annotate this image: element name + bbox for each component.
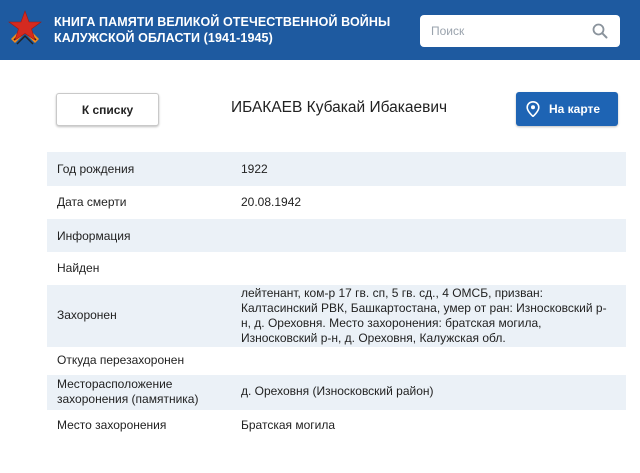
detail-label-line: захоронения (памятника) [57, 392, 199, 406]
detail-row-death-date: Дата смерти 20.08.1942 [47, 186, 626, 219]
detail-row-reburied-from: Откуда перезахоронен [47, 347, 626, 375]
detail-label: Месторасположение захоронения (памятника… [57, 377, 198, 407]
detail-row-birth-year: Год рождения 1922 [47, 152, 626, 186]
detail-label: Захоронен [57, 308, 117, 322]
detail-label: Найден [57, 261, 100, 275]
site-header: КНИГА ПАМЯТИ ВЕЛИКОЙ ОТЕЧЕСТВЕННОЙ ВОЙНЫ… [0, 0, 640, 60]
detail-row-memorial-location: Месторасположение захоронения (памятника… [47, 375, 626, 410]
detail-row-found: Найден [47, 252, 626, 285]
detail-value: 1922 [241, 162, 268, 176]
detail-label: Откуда перезахоронен [57, 353, 185, 367]
map-pin-icon [526, 101, 540, 117]
show-on-map-button[interactable]: На карте [516, 92, 618, 126]
detail-value: лейтенант, ком-р 17 гв. сп, 5 гв. сд., 4… [241, 286, 626, 346]
search-input[interactable] [420, 15, 590, 47]
detail-row-information: Информация [47, 219, 626, 252]
detail-value-line: Калтасинский РВК, Башкартостана, умер от… [241, 301, 607, 315]
detail-label: Дата смерти [57, 195, 127, 209]
detail-row-buried: Захоронен лейтенант, ком-р 17 гв. сп, 5 … [47, 285, 626, 347]
detail-label: Место захоронения [57, 418, 167, 432]
search-icon[interactable] [592, 23, 608, 39]
detail-value-line: лейтенант, ком-р 17 гв. сп, 5 гв. сд., 4… [241, 286, 543, 300]
search-box [420, 15, 620, 47]
detail-label: Информация [57, 229, 131, 243]
details-table: Год рождения 1922 Дата смерти 20.08.1942… [47, 152, 626, 440]
site-title-line-1: КНИГА ПАМЯТИ ВЕЛИКОЙ ОТЕЧЕСТВЕННОЙ ВОЙНЫ [54, 15, 391, 29]
detail-value-line: н, д. Ореховня. Место захоронения: братс… [241, 316, 542, 330]
person-name: ИБАКАЕВ Кубакай Ибакаевич [231, 99, 448, 116]
detail-value: 20.08.1942 [241, 195, 302, 209]
detail-value-line: Износковский р-н, д. Ореховня, Калужская… [241, 331, 506, 345]
site-title[interactable]: КНИГА ПАМЯТИ ВЕЛИКОЙ ОТЕЧЕСТВЕННОЙ ВОЙНЫ… [54, 14, 390, 46]
red-star-ribbon-logo-icon[interactable] [5, 9, 45, 51]
detail-value: д. Ореховня (Износковский район) [241, 384, 434, 398]
show-on-map-label: На карте [549, 102, 601, 116]
detail-label: Год рождения [57, 162, 135, 176]
back-to-list-label: К списку [81, 102, 134, 117]
detail-value: Братская могила [241, 418, 336, 432]
detail-label-line: Месторасположение [57, 377, 173, 391]
detail-row-burial-place: Место захоронения Братская могила [47, 410, 626, 440]
back-to-list-button[interactable]: К списку [56, 93, 159, 126]
site-title-line-2: КАЛУЖСКОЙ ОБЛАСТИ (1941-1945) [54, 31, 273, 45]
